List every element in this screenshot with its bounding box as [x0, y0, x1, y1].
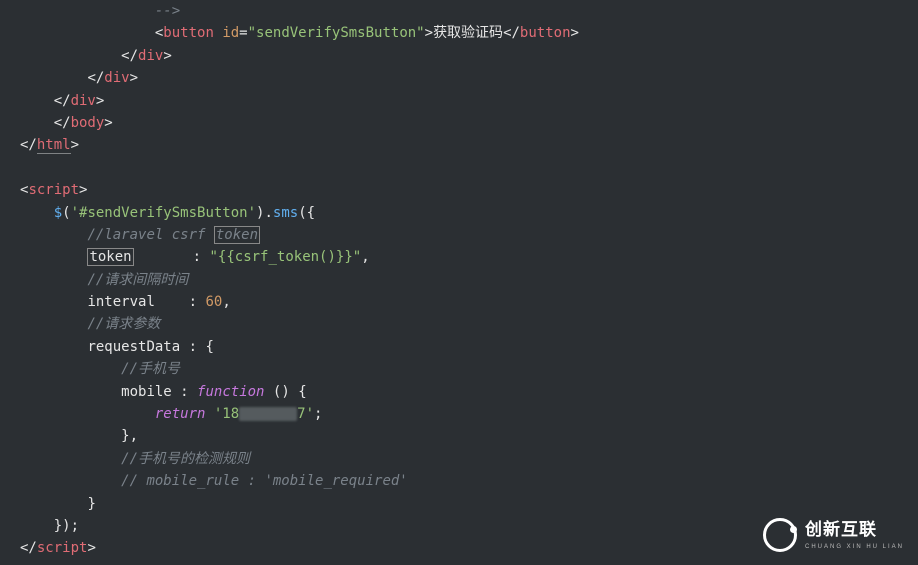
- code-line: // mobile_rule : 'mobile_required': [20, 473, 408, 489]
- code-line: <script>: [20, 182, 87, 198]
- redacted-text: [239, 407, 297, 421]
- code-line: requestData : {: [20, 339, 214, 355]
- code-line: return '187';: [20, 406, 322, 422]
- code-line: </div>: [20, 48, 172, 64]
- code-line: },: [20, 428, 138, 444]
- code-line: interval : 60,: [20, 294, 231, 310]
- logo-text-en: CHUANG XIN HU LIAN: [805, 543, 904, 553]
- code-editor[interactable]: --> <button id="sendVerifySmsButton">获取验…: [0, 0, 918, 560]
- code-line: mobile : function () {: [20, 384, 307, 400]
- code-line: //laravel csrf token: [20, 226, 260, 244]
- code-line: //请求参数: [20, 316, 160, 332]
- code-line: //请求间隔时间: [20, 272, 188, 288]
- code-line: });: [20, 518, 79, 534]
- logo-icon: [763, 518, 797, 552]
- code-line: $('#sendVerifySmsButton').sms({: [20, 205, 315, 221]
- code-line: //手机号: [20, 361, 180, 377]
- sel-token: token: [87, 248, 133, 266]
- code-line: </html>: [20, 137, 79, 154]
- code-line: </body>: [20, 115, 113, 131]
- watermark-logo: 创新互联 CHUANG XIN HU LIAN: [763, 516, 904, 553]
- code-line: <button id="sendVerifySmsButton">获取验证码</…: [20, 25, 579, 41]
- code-line: token : "{{csrf_token()}}",: [20, 248, 370, 266]
- code-line: </div>: [20, 70, 138, 86]
- code-line: //手机号的检测规则: [20, 451, 250, 467]
- logo-text-cn: 创新互联: [805, 516, 904, 543]
- code-line: }: [20, 496, 96, 512]
- code-line: </script>: [20, 540, 96, 556]
- code-line: -->: [20, 3, 180, 19]
- code-line: </div>: [20, 93, 104, 109]
